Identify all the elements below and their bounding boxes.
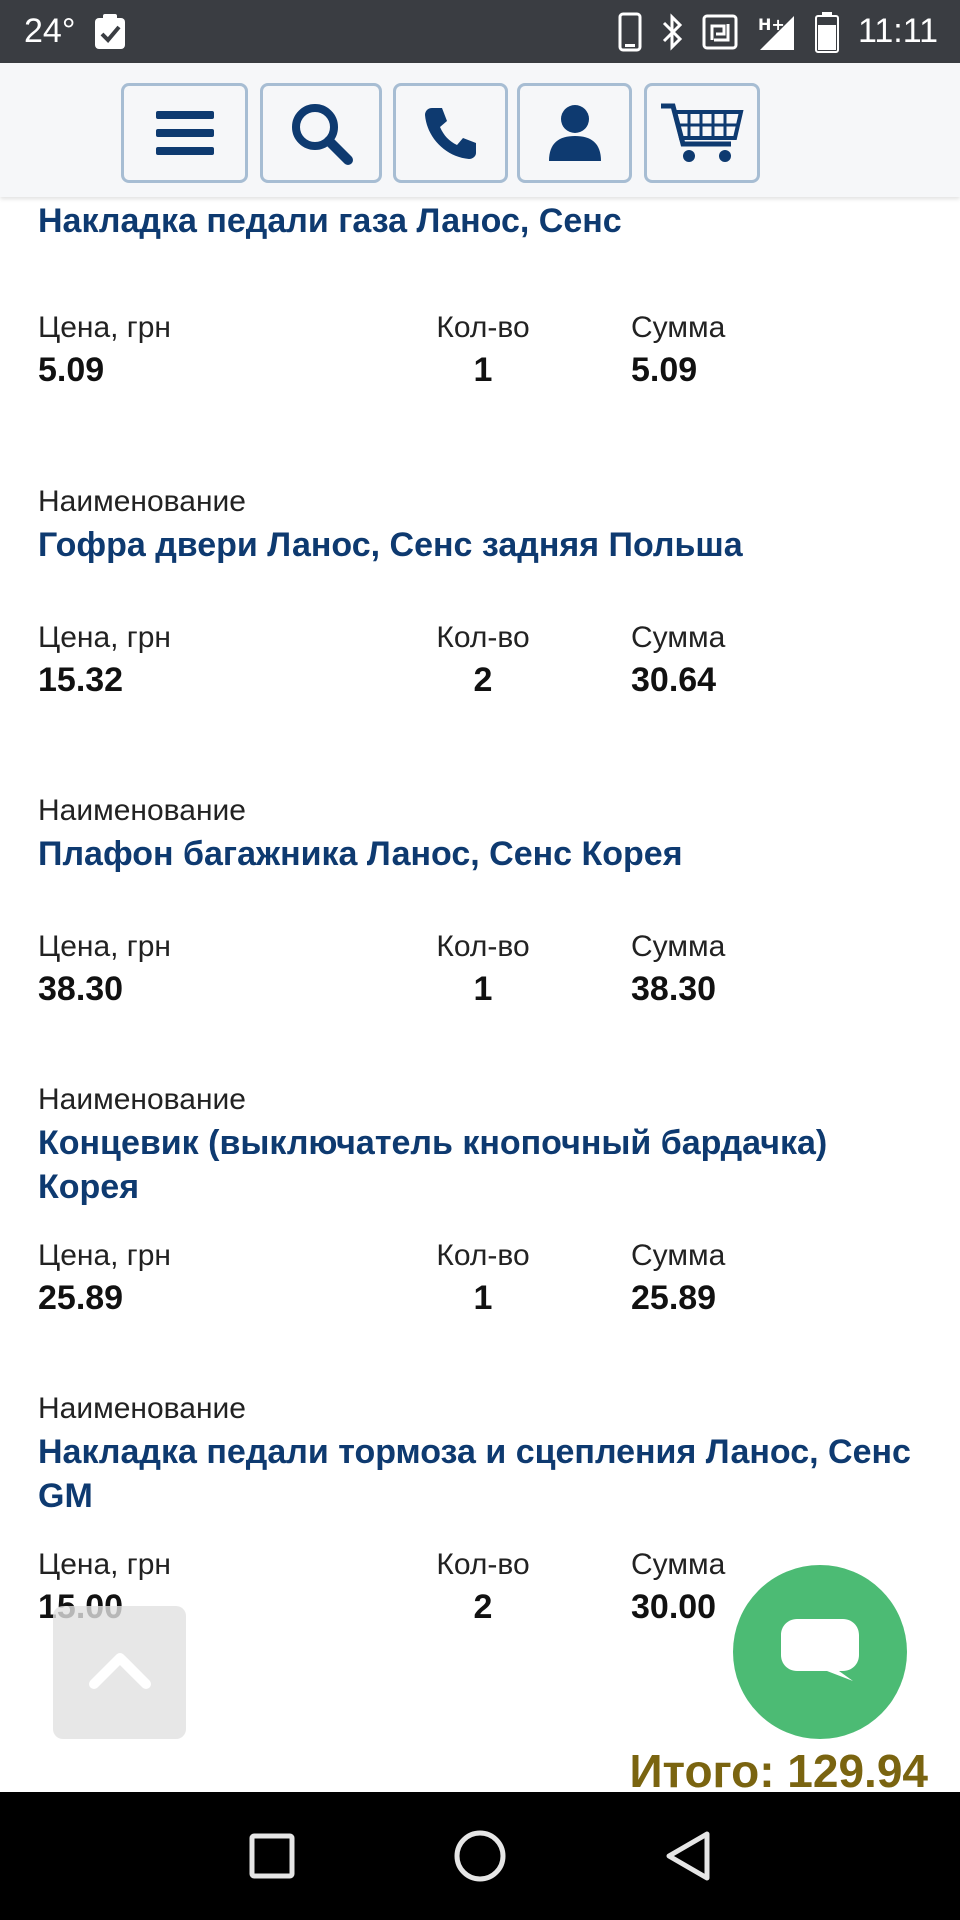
sum-value: 25.89 [631,1279,717,1317]
qty-value: 1 [473,1279,493,1317]
qty-label: Кол-во [436,311,530,344]
battery-icon [814,11,840,53]
top-nav [0,63,960,197]
qty-column: Кол-во 1 [429,311,537,391]
sum-label: Сумма [631,311,726,344]
menu-button[interactable] [121,83,248,183]
price-value: 38.30 [38,970,124,1008]
order-total: Итого: 129.94 [629,1745,928,1797]
name-label: Наименование [38,794,246,827]
circle-icon [454,1830,506,1882]
price-column: Цена, грн 15.32 [38,621,171,701]
qty-value: 2 [473,661,493,699]
search-icon [288,100,354,166]
price-label: Цена, грн [38,1239,171,1272]
cart-button[interactable] [644,83,760,183]
order-list[interactable]: Наименование Накладка педали газа Ланос,… [0,197,960,1792]
qty-column: Кол-во 1 [429,1239,537,1319]
square-icon [249,1833,295,1879]
sum-value: 38.30 [631,970,717,1008]
back-button[interactable] [665,1830,711,1882]
price-label: Цена, грн [38,311,171,344]
product-name[interactable]: Гофра двери Ланос, Сенс задняя Польша [38,523,918,567]
task-check-icon [93,13,127,51]
scroll-to-top-button[interactable] [53,1606,186,1739]
menu-icon [154,107,216,159]
user-icon [547,103,603,163]
product-name[interactable]: Накладка педали газа Ланос, Сенс [38,199,918,243]
qty-value: 1 [473,351,493,389]
price-label: Цена, грн [38,1548,171,1581]
price-value: 5.09 [38,351,105,389]
product-name[interactable]: Накладка педали тормоза и сцепления Лано… [38,1430,918,1518]
home-button[interactable] [454,1830,506,1882]
qty-value: 2 [473,1588,493,1626]
bluetooth-icon [660,12,684,51]
sum-value: 30.00 [631,1588,717,1626]
sum-value: 5.09 [631,351,698,389]
list-item: Наименование Концевик (выключатель кнопо… [38,1083,918,1209]
qty-label: Кол-во [436,930,530,963]
triangle-back-icon [665,1830,711,1882]
temperature: 24° [24,12,76,50]
chevron-up-icon [88,1650,152,1695]
price-column: Цена, грн 38.30 [38,930,171,1010]
sum-value: 30.64 [631,661,717,699]
qty-column: Кол-во 2 [429,621,537,701]
qty-label: Кол-во [436,621,530,654]
sum-column: Сумма 5.09 [631,311,725,391]
qty-label: Кол-во [436,1239,530,1272]
sum-label: Сумма [631,1548,726,1581]
clock: 11:11 [857,12,938,50]
name-label: Наименование [38,1392,246,1425]
status-right: H+ 11:11 [618,11,938,53]
sum-column: Сумма 38.30 [631,930,725,1010]
chat-bubble-icon [779,1617,861,1688]
sum-label: Сумма [631,621,726,654]
price-column: Цена, грн 25.89 [38,1239,171,1319]
qty-label: Кол-во [436,1548,530,1581]
qty-value: 1 [473,970,493,1008]
price-column: Цена, грн 5.09 [38,311,171,391]
call-button[interactable] [393,83,508,183]
price-label: Цена, грн [38,930,171,963]
chat-button[interactable] [733,1565,907,1739]
account-button[interactable] [517,83,632,183]
list-item: Наименование Накладка педали тормоза и с… [38,1392,918,1518]
qty-column: Кол-во 2 [429,1548,537,1628]
price-value: 15.32 [38,661,124,699]
search-button[interactable] [260,83,382,183]
item-values-row: Цена, грн 25.89 Кол-во 1 Сумма 25.89 [38,1239,918,1319]
item-values-row: Цена, грн 5.09 Кол-во 1 Сумма 5.09 [38,311,918,391]
cart-icon [659,100,745,166]
item-values-row: Цена, грн 15.32 Кол-во 2 Сумма 30.64 [38,621,918,701]
sum-label: Сумма [631,1239,726,1272]
list-item: Наименование Плафон багажника Ланос, Сен… [38,794,918,876]
name-label: Наименование [38,1083,246,1116]
product-name[interactable]: Плафон багажника Ланос, Сенс Корея [38,832,918,876]
name-label: Наименование [38,485,246,518]
sum-column: Сумма 30.64 [631,621,725,701]
sum-column: Сумма 25.89 [631,1239,725,1319]
android-nav-bar [0,1792,960,1920]
signal-h-plus-icon: H+ [756,12,796,52]
phone-icon [618,12,642,52]
list-item: Наименование Накладка педали газа Ланос,… [38,197,918,243]
price-value: 25.89 [38,1279,124,1317]
product-name[interactable]: Концевик (выключатель кнопочный бардачка… [38,1121,918,1209]
recents-button[interactable] [249,1833,295,1879]
item-values-row: Цена, грн 38.30 Кол-во 1 Сумма 38.30 [38,930,918,1010]
svg-text:H+: H+ [758,15,785,34]
sum-column: Сумма 30.00 [631,1548,725,1628]
status-bar: 24° H+ 11:11 [0,0,960,63]
qty-column: Кол-во 1 [429,930,537,1010]
nfc-icon [702,14,738,50]
price-label: Цена, грн [38,621,171,654]
list-item: Наименование Гофра двери Ланос, Сенс зад… [38,485,918,567]
sum-label: Сумма [631,930,726,963]
status-left: 24° [24,12,127,51]
phone-icon [422,104,480,162]
